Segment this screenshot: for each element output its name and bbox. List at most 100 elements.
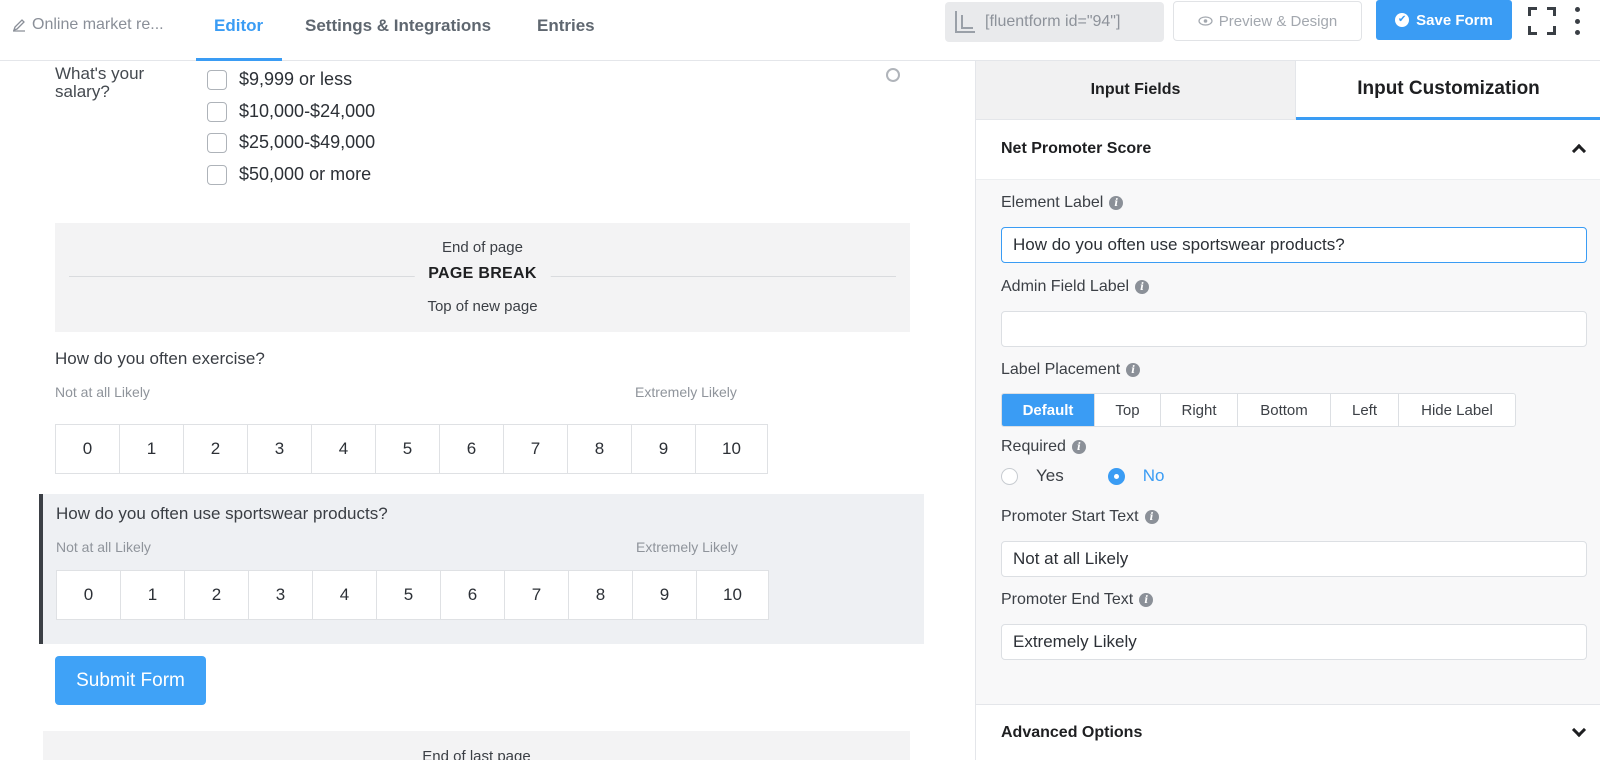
selected-field-block[interactable]: How do you often use sportswear products… [39, 494, 924, 644]
advanced-options-header[interactable]: Advanced Options [976, 704, 1600, 760]
shortcode-text: [fluentform id="94"] [985, 13, 1121, 30]
nps-option[interactable]: 1 [121, 571, 185, 619]
nps-option[interactable]: 4 [312, 425, 376, 473]
promoter-end-caption: Promoter End Text i [1001, 591, 1154, 609]
nps-option[interactable]: 0 [56, 425, 120, 473]
checkbox[interactable] [207, 164, 227, 185]
checkbox[interactable] [207, 69, 227, 90]
info-icon[interactable]: i [1071, 440, 1086, 454]
nps-option[interactable]: 7 [504, 425, 568, 473]
tab-editor[interactable]: Editor [214, 16, 263, 36]
last-page-block[interactable]: End of last page [43, 731, 910, 760]
nps-option[interactable]: 3 [248, 425, 312, 473]
label-text: Promoter Start Text [1001, 508, 1139, 525]
promoter-start-input[interactable]: Not at all Likely [1001, 541, 1587, 577]
page-break-block[interactable]: End of page PAGE BREAK Top of new page [55, 223, 910, 332]
section-header[interactable]: Net Promoter Score [976, 120, 1600, 180]
nps-question-label: How do you often use sportswear products… [56, 504, 388, 523]
placement-default[interactable]: Default [1002, 394, 1095, 426]
submit-form-button[interactable]: Submit Form [55, 656, 206, 705]
top-bar: Online market re... Editor Settings & In… [0, 0, 1600, 61]
more-vertical-icon[interactable] [1573, 7, 1581, 35]
salary-option[interactable]: $9,999 or less [207, 69, 352, 90]
preview-label: Preview & Design [1218, 12, 1338, 30]
option-label: $25,000-$49,000 [239, 132, 376, 152]
salary-option[interactable]: $25,000-$49,000 [207, 132, 375, 153]
required-radio-group: Yes No [1001, 466, 1164, 486]
option-label: $10,000-$24,000 [239, 101, 376, 121]
nps-scale: 0 1 2 3 4 5 6 7 8 9 10 [56, 570, 769, 620]
nps-option[interactable]: 8 [568, 425, 632, 473]
promoter-end-input[interactable]: Extremely Likely [1001, 624, 1587, 660]
required-caption: Required i [1001, 438, 1086, 456]
placement-right[interactable]: Right [1161, 394, 1238, 426]
nps-start-text: Not at all Likely [55, 384, 150, 400]
required-no-label[interactable]: No [1143, 466, 1165, 486]
required-yes-label[interactable]: Yes [1036, 466, 1064, 486]
nps-option[interactable]: 0 [57, 571, 121, 619]
label-placement-caption: Label Placement i [1001, 361, 1141, 379]
form-editor-canvas: What's your salary? $9,999 or less $10,0… [0, 61, 975, 760]
page-break-top-text: End of page [442, 239, 523, 256]
placement-left[interactable]: Left [1331, 394, 1399, 426]
nps-option[interactable]: 5 [376, 425, 440, 473]
check-circle-icon: ✔ [1395, 13, 1410, 27]
tab-settings-integrations[interactable]: Settings & Integrations [305, 16, 491, 36]
placement-top[interactable]: Top [1095, 394, 1161, 426]
label-placement-group: Default Top Right Bottom Left Hide Label [1001, 393, 1516, 427]
info-icon[interactable]: i [1126, 363, 1141, 377]
tab-input-customization[interactable]: Input Customization [1296, 61, 1600, 120]
nps-option[interactable]: 2 [185, 571, 249, 619]
salary-option[interactable]: $50,000 or more [207, 164, 371, 185]
tab-input-fields[interactable]: Input Fields [976, 61, 1296, 120]
salary-option[interactable]: $10,000-$24,000 [207, 101, 375, 122]
nps-option[interactable]: 3 [249, 571, 313, 619]
placement-bottom[interactable]: Bottom [1238, 394, 1331, 426]
nps-option[interactable]: 4 [313, 571, 377, 619]
admin-label-input[interactable] [1001, 311, 1587, 347]
chevron-up-icon[interactable] [1571, 143, 1587, 159]
info-icon[interactable]: i [1109, 196, 1124, 210]
info-icon[interactable]: i [1144, 510, 1159, 524]
label-text: Promoter End Text [1001, 591, 1134, 608]
required-yes-radio[interactable] [1001, 467, 1018, 485]
settings-icon[interactable] [886, 68, 900, 82]
label-text: Label Placement [1001, 361, 1121, 378]
page-break-bottom-text: Top of new page [427, 298, 538, 315]
nps-option[interactable]: 6 [440, 425, 504, 473]
required-no-radio[interactable] [1107, 467, 1125, 485]
info-icon[interactable]: i [1139, 593, 1154, 607]
nps-end-text: Extremely Likely [636, 539, 738, 555]
copy-icon [955, 11, 975, 33]
placement-hide-label[interactable]: Hide Label [1399, 394, 1515, 426]
label-text: Element Label [1001, 194, 1104, 211]
checkbox[interactable] [207, 132, 227, 153]
save-form-button[interactable]: ✔ Save Form [1376, 0, 1512, 40]
label-text: Admin Field Label [1001, 278, 1130, 295]
breadcrumb[interactable]: Online market re... [12, 16, 164, 34]
nps-option[interactable]: 2 [184, 425, 248, 473]
nps-option[interactable]: 9 [632, 425, 696, 473]
page-break-title: PAGE BREAK [414, 265, 551, 283]
nps-option[interactable]: 9 [633, 571, 697, 619]
tab-entries[interactable]: Entries [537, 16, 595, 36]
last-page-text: End of last page [422, 748, 531, 760]
eye-icon [1198, 16, 1213, 26]
nps-question-label: How do you often exercise? [55, 349, 265, 368]
nps-option[interactable]: 10 [697, 571, 768, 619]
nps-option[interactable]: 5 [377, 571, 441, 619]
promoter-start-caption: Promoter Start Text i [1001, 508, 1159, 526]
checkbox[interactable] [207, 101, 227, 122]
nps-option[interactable]: 7 [505, 571, 569, 619]
element-label-input[interactable]: How do you often use sportswear products… [1001, 227, 1587, 263]
fullscreen-icon[interactable] [1528, 7, 1556, 35]
field-settings-panel: Input Fields Input Customization Net Pro… [975, 61, 1600, 760]
preview-design-button[interactable]: Preview & Design [1173, 1, 1362, 41]
nps-option[interactable]: 10 [696, 425, 767, 473]
chevron-down-icon[interactable] [1571, 722, 1587, 738]
shortcode-copy[interactable]: [fluentform id="94"] [945, 2, 1164, 42]
nps-option[interactable]: 8 [569, 571, 633, 619]
info-icon[interactable]: i [1135, 280, 1150, 294]
nps-option[interactable]: 1 [120, 425, 184, 473]
nps-option[interactable]: 6 [441, 571, 505, 619]
